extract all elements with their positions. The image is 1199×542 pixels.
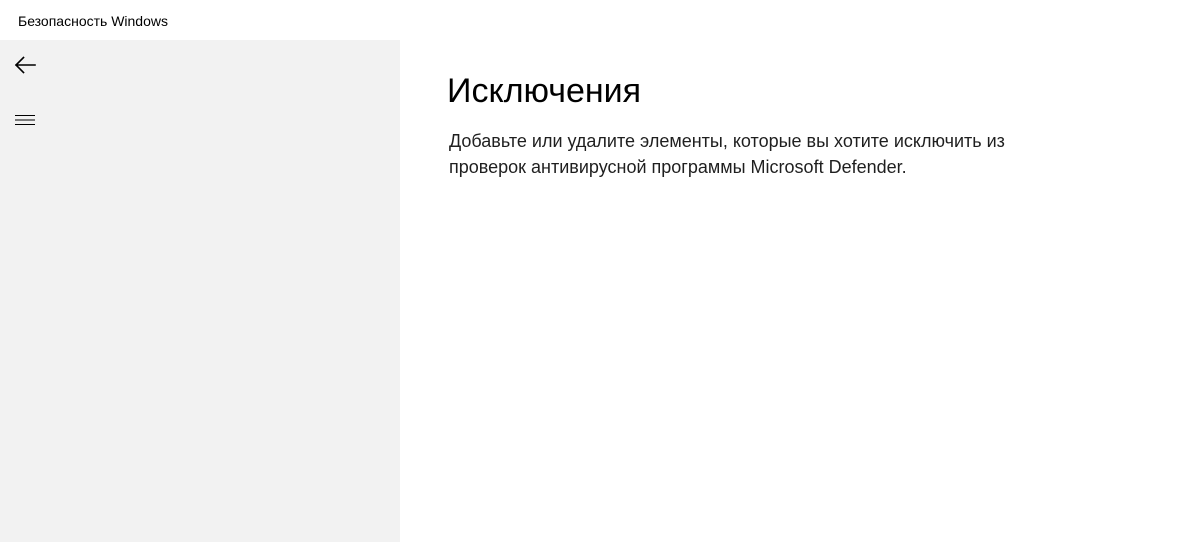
window-title: Безопасность Windows xyxy=(18,13,168,29)
page-description: Добавьте или удалите элементы, которые в… xyxy=(449,131,1005,177)
hamburger-menu-icon xyxy=(15,113,35,127)
title-bar: Безопасность Windows xyxy=(0,0,1199,40)
menu-button[interactable] xyxy=(0,96,50,144)
main-content: Исключения Добавьте или удалите элементы… xyxy=(400,40,1199,542)
sidebar xyxy=(0,40,400,542)
back-arrow-icon xyxy=(14,56,36,74)
back-button[interactable] xyxy=(0,41,50,89)
page-title: Исключения xyxy=(447,72,642,110)
